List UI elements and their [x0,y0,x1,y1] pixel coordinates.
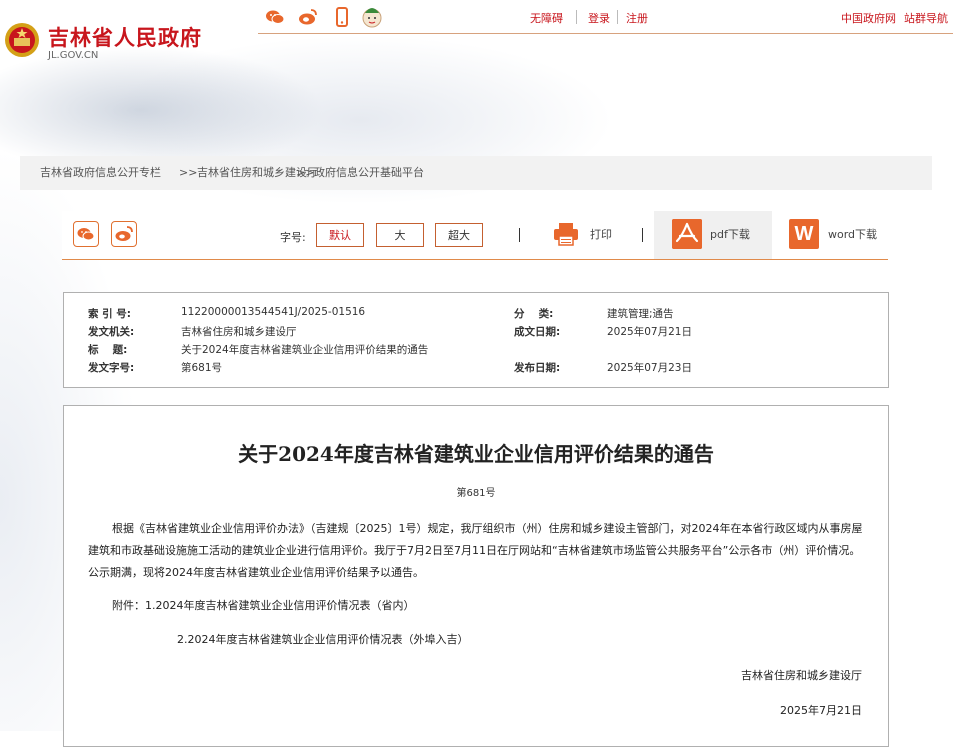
issuer-value: 吉林省住房和城乡建设厅 [181,326,297,338]
article-signature: 吉林省住房和城乡建设厅 [741,669,862,682]
header-separator [576,10,577,24]
national-emblem-icon [5,23,39,57]
toolbar-divider [519,228,520,242]
site-group-link[interactable]: 站群导航 [904,10,948,26]
printer-icon[interactable] [552,220,580,248]
weibo-icon[interactable] [297,6,319,28]
font-default-button[interactable]: 默认 [316,223,364,247]
central-gov-link[interactable]: 中国政府网 [841,10,896,26]
font-xlarge-button[interactable]: 超大 [435,223,483,247]
breadcrumb-item-info-column[interactable]: 吉林省政府信息公开专栏 [40,156,161,190]
weibo-share-icon[interactable] [111,221,137,247]
print-button[interactable]: 打印 [590,226,612,242]
wechat-share-icon[interactable] [73,221,99,247]
breadcrumb-separator: >> [296,166,315,179]
created-date-value: 2025年07月21日 [607,326,692,338]
pdf-icon [672,219,702,249]
site-domain: JL.GOV.CN [48,50,99,61]
attachment-link-1[interactable]: 附件：1.2024年度吉林省建筑业企业信用评价情况表（省内） [112,597,415,613]
article-paragraph: 根据《吉林省建筑业企业信用评价办法》（吉建规〔2025〕1号）规定，我厅组织市（… [88,522,863,579]
published-date-label: 发布日期: [514,362,561,374]
word-download-button[interactable]: word下载 [828,226,877,242]
article-body: 关于2024年度吉林省建筑业企业信用评价结果的通告 第681号 根据《吉林省建筑… [63,405,889,747]
doc-number-label: 发文字号: [88,362,135,374]
attachment-link-2[interactable]: 2.2024年度吉林省建筑业企业信用评价情况表（外埠入吉） [177,631,469,647]
wechat-icon[interactable] [264,6,286,28]
breadcrumb-separator: >> [179,166,198,179]
word-icon[interactable]: W [789,219,819,249]
document-metadata: 索 引 号: 11220000013544541J/2025-01516 分 类… [63,292,889,388]
site-title[interactable]: 吉林省人民政府 [48,22,202,52]
issuer-label: 发文机关: [88,326,135,338]
font-large-button[interactable]: 大 [376,223,424,247]
article-date: 2025年7月21日 [780,704,862,717]
breadcrumb-item-platform[interactable]: 政府信息公开基础平台 [314,156,424,190]
pdf-download-button[interactable]: pdf下载 [654,211,772,259]
mobile-icon[interactable] [331,6,353,28]
published-date-value: 2025年07月23日 [607,362,692,374]
category-label: 分 类: [514,308,554,320]
article-toolbar: 字号: 默认 大 超大 打印 pdf下载 W word下载 [62,211,888,260]
created-date-label: 成文日期: [514,326,561,338]
login-link[interactable]: 登录 [588,10,610,26]
title-label: 标 题: [88,344,128,356]
header-separator [617,10,618,24]
register-link[interactable]: 注册 [626,10,648,26]
article-title: 关于2024年度吉林省建筑业企业信用评价结果的通告 [238,442,714,466]
header-rule [258,33,953,34]
accessibility-link[interactable]: 无障碍 [530,10,563,26]
category-value: 建筑管理;通告 [607,308,674,320]
index-value: 11220000013544541J/2025-01516 [181,306,366,318]
doc-number-value: 第681号 [181,362,223,374]
index-label: 索 引 号: [88,308,132,320]
font-size-label: 字号: [280,231,306,244]
toolbar-divider [642,228,643,242]
breadcrumb: 吉林省政府信息公开专栏 >> 吉林省住房和城乡建设厅 >> 政府信息公开基础平台 [20,156,932,190]
pdf-download-label: pdf下载 [710,228,750,241]
title-value: 关于2024年度吉林省建筑业企业信用评价结果的通告 [181,344,429,356]
article-number: 第681号 [456,488,496,499]
mascot-icon[interactable] [360,3,384,29]
